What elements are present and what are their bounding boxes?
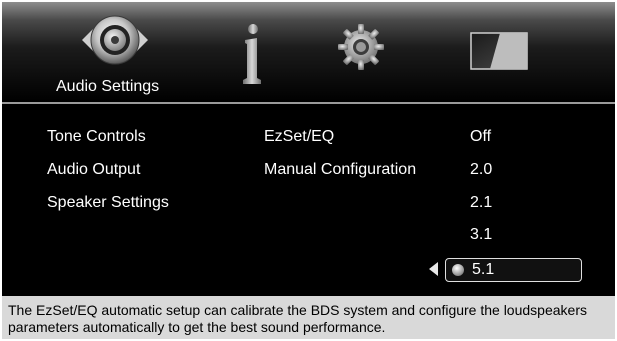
- tab-audio-label: Audio Settings: [56, 78, 160, 95]
- tab-settings[interactable]: [322, 2, 402, 102]
- tab-audio-settings[interactable]: Audio Settings: [38, 2, 178, 102]
- option-3-1[interactable]: 3.1: [470, 226, 492, 244]
- info-icon: [243, 24, 261, 84]
- option-off[interactable]: Off: [470, 128, 491, 146]
- option-2-0[interactable]: 2.0: [470, 161, 492, 179]
- selected-option-label: 5.1: [472, 261, 495, 278]
- option-5-1-selected[interactable]: 5.1: [445, 258, 582, 282]
- speaker-icon: [82, 15, 148, 65]
- menu-item-speaker-settings[interactable]: Speaker Settings: [47, 194, 169, 212]
- description-text: The EzSet/EQ automatic setup can calibra…: [8, 302, 587, 335]
- description-panel: The EzSet/EQ automatic setup can calibra…: [2, 296, 615, 339]
- category-tab-bar: Audio Settings: [2, 2, 615, 102]
- menu-item-tone-controls[interactable]: Tone Controls: [47, 128, 146, 146]
- selection-arrow-icon: [429, 262, 438, 276]
- tab-info[interactable]: [222, 2, 282, 102]
- tab-display[interactable]: [452, 2, 542, 102]
- gear-icon: [338, 24, 384, 70]
- submenu-item-manual-configuration[interactable]: Manual Configuration: [264, 161, 416, 179]
- display-icon: [470, 32, 528, 70]
- submenu-item-ezset-eq[interactable]: EzSet/EQ: [264, 128, 334, 146]
- menu-item-audio-output[interactable]: Audio Output: [47, 161, 140, 179]
- menu-panel: Tone Controls Audio Output Speaker Setti…: [2, 104, 615, 294]
- settings-screen: Audio Settings Tone Controls Audio Outpu…: [2, 2, 615, 339]
- radio-selected-icon: [452, 264, 464, 276]
- option-2-1[interactable]: 2.1: [470, 194, 492, 212]
